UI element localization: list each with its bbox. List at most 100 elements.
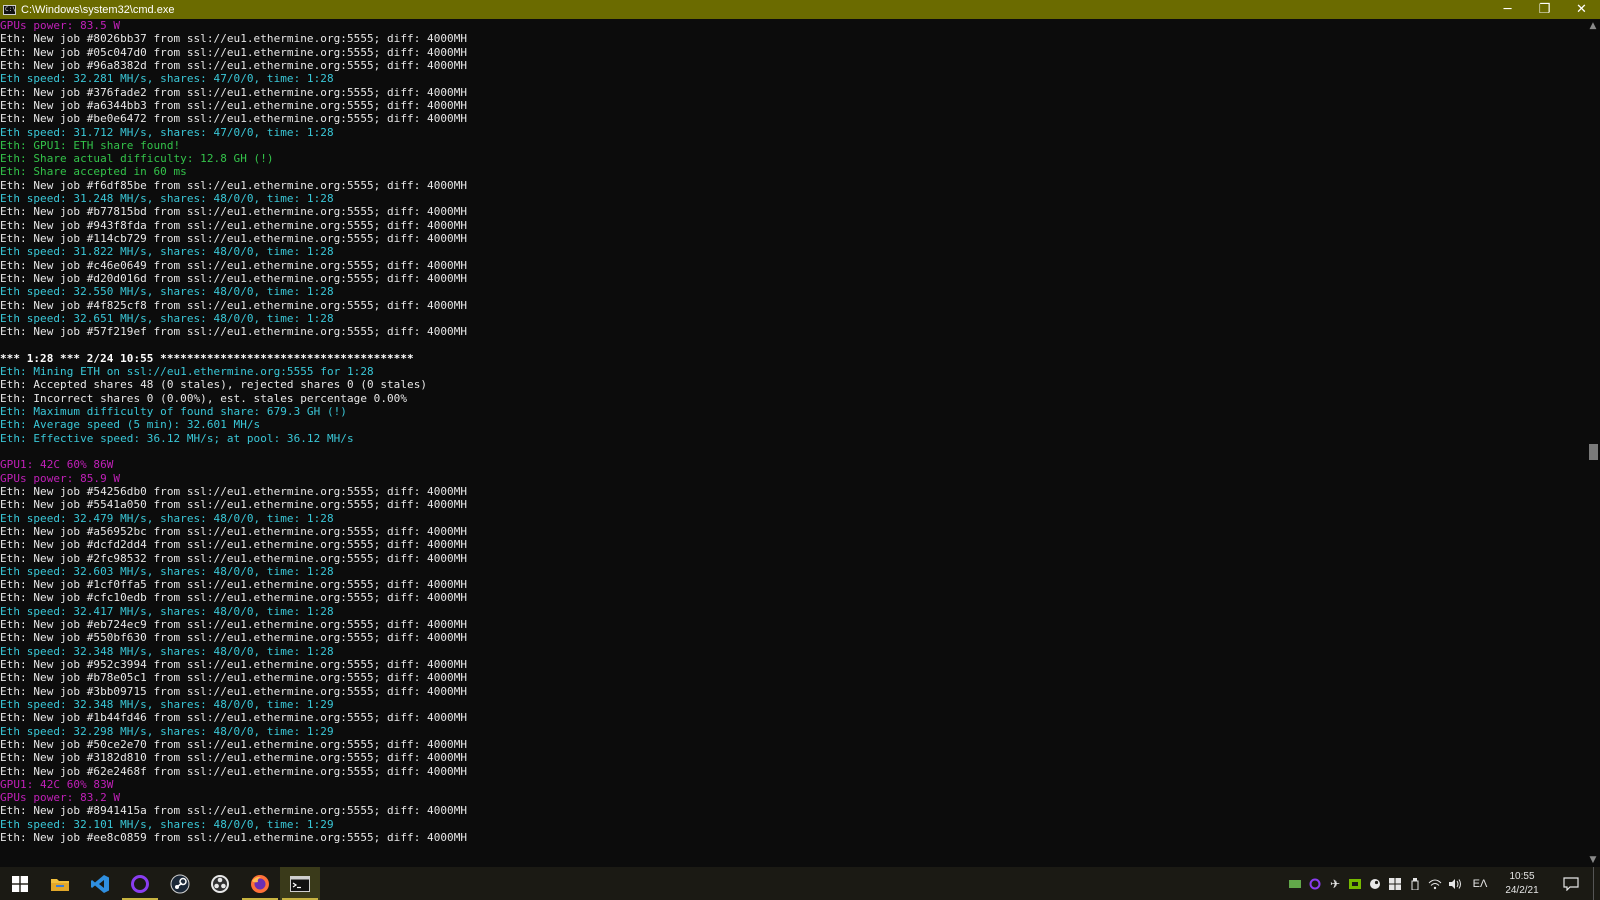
console-line: Eth: New job #5541a050 from ssl://eu1.et…	[0, 498, 468, 512]
console-line: Eth: Maximum difficulty of found share: …	[0, 405, 347, 419]
action-center-button[interactable]	[1549, 867, 1593, 900]
console-line: *** 1:28 *** 2/24 10:55 ****************…	[0, 351, 414, 365]
clock-time: 10:55	[1509, 870, 1535, 882]
console-line: Eth speed: 31.822 MH/s, shares: 48/0/0, …	[0, 245, 334, 259]
vscode-button[interactable]	[80, 867, 120, 900]
console-line: Eth speed: 31.712 MH/s, shares: 47/0/0, …	[0, 125, 334, 139]
console-line: Eth: New job #cfc10edb from ssl://eu1.et…	[0, 591, 468, 605]
console-line: Eth speed: 31.248 MH/s, shares: 48/0/0, …	[0, 192, 334, 206]
obs-icon	[211, 874, 229, 893]
scroll-down-icon[interactable]: ▼	[1586, 853, 1600, 867]
close-button[interactable]: ✕	[1563, 0, 1600, 19]
console-line: Eth: New job #3bb09715 from ssl://eu1.et…	[0, 684, 468, 698]
tray-steam-icon[interactable]	[1365, 867, 1385, 900]
console-line: Eth: New job #3182d810 from ssl://eu1.et…	[0, 751, 468, 765]
tray-app-icon[interactable]	[1285, 867, 1305, 900]
console-line: Eth: Mining ETH on ssl://eu1.ethermine.o…	[0, 365, 374, 379]
console-line: Eth: New job #c46e0649 from ssl://eu1.et…	[0, 258, 468, 272]
console-line: Eth: New job #f6df85be from ssl://eu1.et…	[0, 178, 468, 192]
scroll-up-icon[interactable]: ▲	[1586, 19, 1600, 33]
console-line: Eth: New job #05c047d0 from ssl://eu1.et…	[0, 45, 468, 59]
window-titlebar[interactable]: C:\ C:\Windows\system32\cmd.exe ─ ❐ ✕	[0, 0, 1600, 19]
console-line: Eth: New job #54256db0 from ssl://eu1.et…	[0, 484, 468, 498]
console-line: Eth: Average speed (5 min): 32.601 MH/s	[0, 418, 261, 432]
console-line: Eth: New job #50ce2e70 from ssl://eu1.et…	[0, 737, 468, 751]
console-line: Eth: New job #1cf0ffa5 from ssl://eu1.et…	[0, 578, 468, 592]
console-scrollbar[interactable]: ▲ ▼	[1586, 19, 1600, 867]
console-line: GPUs power: 83.5 W	[0, 19, 121, 32]
console-line: Eth speed: 32.348 MH/s, shares: 48/0/0, …	[0, 644, 334, 658]
firefox-button[interactable]	[240, 867, 280, 900]
console-line: Eth: New job #a6344bb3 from ssl://eu1.et…	[0, 98, 468, 112]
network-icon[interactable]	[1425, 867, 1445, 900]
console-line: Eth: New job #96a8382d from ssl://eu1.et…	[0, 58, 468, 72]
console-line: GPU1: 42C 60% 86W	[0, 458, 114, 472]
console-line: Eth: New job #4f825cf8 from ssl://eu1.et…	[0, 298, 468, 312]
console-line: Eth speed: 32.603 MH/s, shares: 48/0/0, …	[0, 564, 334, 578]
firefox-icon	[251, 874, 269, 893]
ring-app-button[interactable]	[120, 867, 160, 900]
window-title: C:\Windows\system32\cmd.exe	[21, 3, 175, 16]
console-line: Eth: New job #dcfd2dd4 from ssl://eu1.et…	[0, 538, 468, 552]
console-line: Eth: Accepted shares 48 (0 stales), reje…	[0, 378, 428, 392]
console-line: GPUs power: 85.9 W	[0, 471, 121, 485]
console-line: Eth: New job #57f219ef from ssl://eu1.et…	[0, 325, 468, 339]
console-line: GPU1: 42C 60% 83W	[0, 777, 114, 791]
file-explorer-button[interactable]	[40, 867, 80, 900]
clock-date: 24/2/21	[1505, 884, 1539, 896]
tray-usb-icon[interactable]	[1405, 867, 1425, 900]
console-line: Eth: New job #8026bb37 from ssl://eu1.et…	[0, 32, 468, 46]
console-line: Eth: New job #b78e05c1 from ssl://eu1.et…	[0, 671, 468, 685]
steam-button[interactable]	[160, 867, 200, 900]
console-line: Eth: Share actual difficulty: 12.8 GH (!…	[0, 152, 274, 166]
console-line: Eth: Share accepted in 60 ms	[0, 165, 187, 179]
console-line: Eth: New job #a56952bc from ssl://eu1.et…	[0, 524, 468, 538]
console-line: Eth: New job #8941415a from ssl://eu1.et…	[0, 804, 468, 818]
obs-button[interactable]	[200, 867, 240, 900]
console-line: Eth speed: 32.281 MH/s, shares: 47/0/0, …	[0, 72, 334, 86]
terminal-icon	[290, 875, 310, 892]
steam-icon	[170, 874, 190, 893]
volume-icon[interactable]	[1445, 867, 1465, 900]
vscode-icon	[91, 874, 109, 893]
console-line: Eth: New job #d20d016d from ssl://eu1.et…	[0, 271, 468, 285]
console-line: Eth: New job #550bf630 from ssl://eu1.et…	[0, 631, 468, 645]
console-line: Eth: Effective speed: 36.12 MH/s; at poo…	[0, 431, 354, 445]
console-line: Eth speed: 32.298 MH/s, shares: 48/0/0, …	[0, 724, 334, 738]
console-line: GPUs power: 83.2 W	[0, 791, 121, 805]
cmd-taskbar-button[interactable]	[280, 867, 320, 900]
console-line: Eth: Incorrect shares 0 (0.00%), est. st…	[0, 391, 408, 405]
start-button[interactable]	[0, 867, 40, 900]
taskbar: ✈ EΛ 10:55 24/2/21	[0, 867, 1600, 900]
console-line: Eth: New job #62e2468f from ssl://eu1.et…	[0, 764, 468, 778]
show-desktop-button[interactable]	[1593, 867, 1600, 900]
console-line: Eth speed: 32.550 MH/s, shares: 48/0/0, …	[0, 285, 334, 299]
console-line: Eth: GPU1: ETH share found!	[0, 138, 181, 152]
scroll-thumb[interactable]	[1589, 444, 1598, 460]
taskbar-clock[interactable]: 10:55 24/2/21	[1495, 870, 1549, 898]
restore-button[interactable]: ❐	[1526, 0, 1563, 19]
tray-security-icon[interactable]	[1385, 867, 1405, 900]
system-tray: ✈ EΛ 10:55 24/2/21	[1285, 867, 1600, 900]
console-line: Eth: New job #1b44fd46 from ssl://eu1.et…	[0, 711, 468, 725]
console-line: Eth speed: 32.348 MH/s, shares: 48/0/0, …	[0, 697, 334, 711]
tray-plane-icon[interactable]: ✈	[1325, 867, 1345, 900]
console-line: Eth: New job #ee8c0859 from ssl://eu1.et…	[0, 831, 468, 845]
console-line: Eth: New job #eb724ec9 from ssl://eu1.et…	[0, 618, 468, 632]
tray-ring-icon[interactable]	[1305, 867, 1325, 900]
console-line: Eth speed: 32.101 MH/s, shares: 48/0/0, …	[0, 817, 334, 831]
console-line: Eth speed: 32.417 MH/s, shares: 48/0/0, …	[0, 604, 334, 618]
console-line: Eth: New job #b77815bd from ssl://eu1.et…	[0, 205, 468, 219]
ring-icon	[131, 874, 149, 893]
console-output[interactable]: GPUs power: 83.5 W Eth: New job #8026bb37…	[0, 19, 1586, 867]
cmd-app-icon: C:\	[3, 4, 16, 15]
console-line: Eth: New job #114cb729 from ssl://eu1.et…	[0, 232, 468, 245]
minimize-button[interactable]: ─	[1489, 0, 1526, 19]
tray-nvidia-icon[interactable]	[1345, 867, 1365, 900]
language-indicator[interactable]: EΛ	[1465, 878, 1495, 890]
windows-logo-icon	[12, 875, 28, 892]
console-line: Eth: New job #be0e6472 from ssl://eu1.et…	[0, 112, 468, 126]
console-line: Eth: New job #943f8fda from ssl://eu1.et…	[0, 218, 468, 232]
console-line: Eth: New job #952c3994 from ssl://eu1.et…	[0, 658, 468, 671]
